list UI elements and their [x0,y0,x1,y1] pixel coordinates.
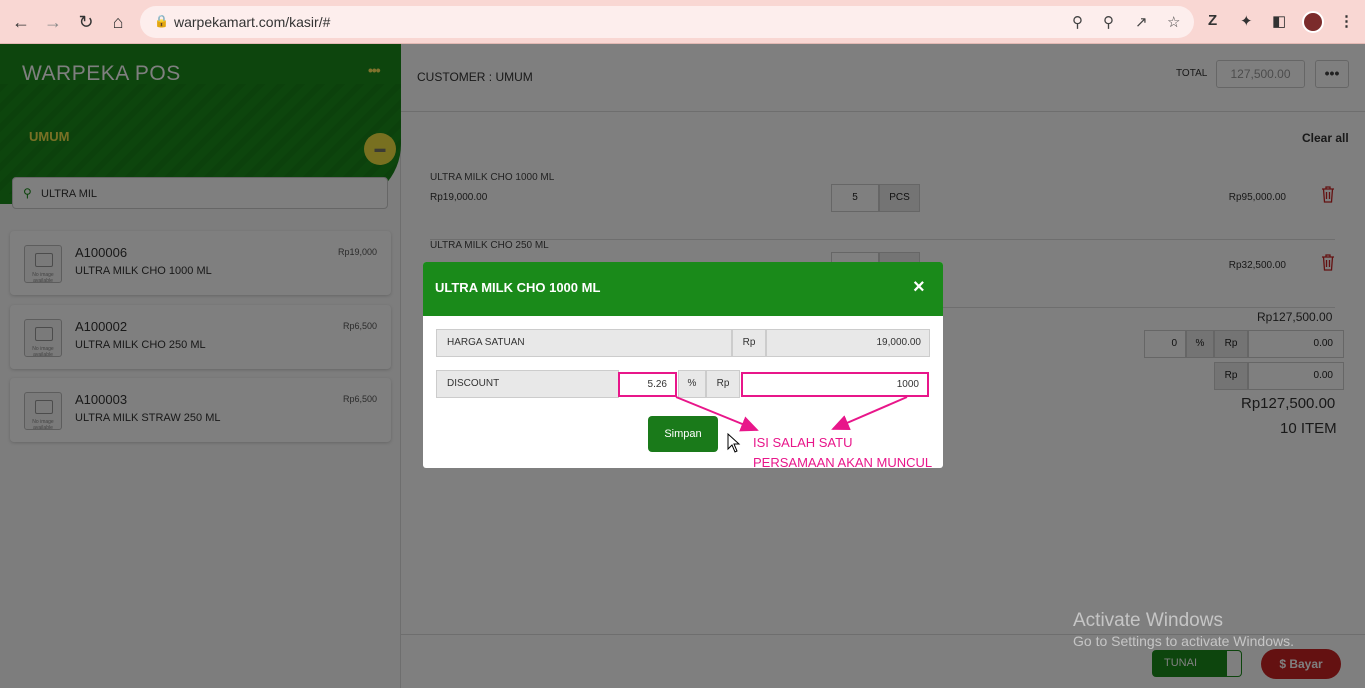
forward-icon[interactable]: → [41,10,65,34]
modal-title: ULTRA MILK CHO 1000 ML [435,280,601,295]
discount-label: DISCOUNT [436,370,619,398]
annotation-line-2: PERSAMAAN AKAN MUNCUL [753,455,933,470]
share-icon[interactable]: ↗ [1135,13,1148,31]
modal-header: ULTRA MILK CHO 1000 ML × [423,262,943,316]
unit-price-field: 19,000.00 [766,329,930,357]
discount-rp-field[interactable]: 1000 [741,372,929,397]
watermark-title: Activate Windows [1073,610,1223,631]
rp-addon: Rp [732,329,766,357]
bookmark-star-icon[interactable]: ☆ [1167,13,1180,31]
lock-icon: 🔒 [154,14,169,28]
unit-price-label: HARGA SATUAN [436,329,732,357]
mouse-cursor-icon [727,433,741,453]
watermark-subtitle: Go to Settings to activate Windows. [1073,633,1294,649]
key-icon[interactable]: ⚲ [1072,13,1083,31]
reload-icon[interactable]: ↻ [74,10,98,34]
extension-z-icon[interactable]: Z [1208,12,1217,29]
annotation-text: ISI SALAH SATU PERSAMAAN AKAN MUNCUL [753,433,932,473]
close-icon[interactable]: × [913,276,925,298]
url-text[interactable]: warpekamart.com/kasir/# [174,14,330,30]
browser-toolbar: ← → ↻ ⌂ 🔒 warpekamart.com/kasir/# ⚲ ⚲ ↗ … [0,0,1365,44]
address-bar[interactable]: 🔒 warpekamart.com/kasir/# ⚲ ⚲ ↗ ☆ [140,6,1194,38]
rp-addon: Rp [706,370,740,398]
side-panel-icon[interactable]: ◧ [1272,12,1286,30]
annotation-line-1: ISI SALAH SATU [753,435,853,450]
percent-addon: % [678,370,706,398]
profile-avatar[interactable] [1302,11,1324,33]
save-button[interactable]: Simpan [648,416,718,452]
extensions-puzzle-icon[interactable]: ✦ [1240,12,1253,30]
browser-menu-icon[interactable]: ⋮ [1339,12,1354,30]
zoom-icon[interactable]: ⚲ [1103,13,1114,31]
discount-percent-field[interactable]: 5.26 [618,372,677,397]
home-icon[interactable]: ⌂ [106,10,130,34]
back-icon[interactable]: ← [9,10,33,34]
windows-activation-watermark: Activate Windows Go to Settings to activ… [1073,610,1294,649]
